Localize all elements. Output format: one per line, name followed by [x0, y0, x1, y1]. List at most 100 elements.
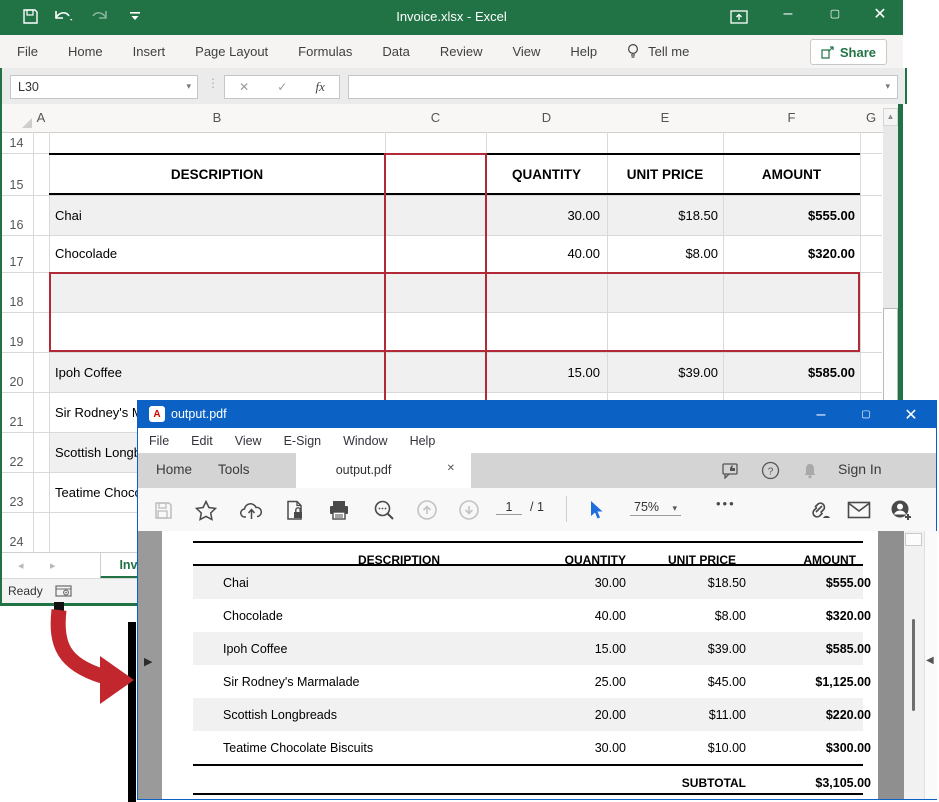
page-lock-icon[interactable] [282, 497, 308, 523]
pdf-tab-bar: Home Tools output.pdf ✕ ? Sign In [138, 453, 936, 488]
name-box-caret-icon[interactable]: ▾ [186, 81, 191, 92]
cell-d16[interactable]: 30.00 [486, 195, 600, 235]
search-icon[interactable] [371, 497, 397, 523]
cell-f17[interactable]: $320.00 [723, 235, 855, 272]
select-tool-cursor-icon[interactable] [583, 497, 609, 523]
notifications-bell-icon[interactable] [802, 462, 818, 479]
nav-pane-expand-icon[interactable]: ▶ [144, 655, 152, 668]
tab-home[interactable]: Home [53, 44, 118, 59]
col-header-c[interactable]: C [385, 104, 486, 132]
pdf-save-icon[interactable] [150, 497, 176, 523]
tab-page-layout[interactable]: Page Layout [180, 44, 283, 59]
scroll-up-button[interactable]: ▲ [883, 108, 898, 126]
tab-data[interactable]: Data [367, 44, 424, 59]
pdf-tab-document[interactable]: output.pdf ✕ [296, 453, 471, 488]
tab-formulas[interactable]: Formulas [283, 44, 367, 59]
confirm-entry-icon[interactable]: ✓ [277, 80, 287, 94]
tell-me-box[interactable]: Tell me [640, 44, 704, 59]
sheet-nav-left-icon[interactable]: ◂ [18, 559, 24, 572]
cell-f20[interactable]: $585.00 [723, 352, 855, 392]
pdf-menu-window[interactable]: Window [332, 434, 398, 448]
cell-e20[interactable]: $39.00 [607, 352, 718, 392]
col-header-g[interactable]: G [860, 104, 882, 132]
col-header-f[interactable]: F [723, 104, 860, 132]
pdf-menu-esign[interactable]: E-Sign [273, 434, 333, 448]
pdf-menu-view[interactable]: View [224, 434, 273, 448]
tools-pane-expand-icon[interactable]: ◀ [926, 655, 934, 666]
row-header-19[interactable]: 19 [0, 312, 33, 352]
pdf-scroll-up-button[interactable] [905, 533, 922, 546]
help-question-icon[interactable]: ? [761, 461, 780, 480]
cancel-entry-icon[interactable]: ✕ [239, 80, 249, 94]
pdf-minimize-button[interactable]: – [801, 401, 841, 428]
name-box[interactable]: L30 ▾ [10, 75, 198, 99]
excel-header-unit-price[interactable]: UNIT PRICE [607, 155, 723, 193]
tab-help[interactable]: Help [555, 44, 612, 59]
row-header-22[interactable]: 22 [0, 432, 33, 472]
excel-maximize-button[interactable]: ▢ [815, 0, 855, 27]
cell-b17[interactable]: Chocolade [55, 235, 380, 272]
row-header-16[interactable]: 16 [0, 195, 33, 235]
pdf-maximize-button[interactable]: ▢ [846, 401, 886, 428]
share-button[interactable]: Share [810, 39, 887, 65]
excel-header-amount[interactable]: AMOUNT [723, 155, 860, 193]
row-header-17[interactable]: 17 [0, 235, 33, 272]
pdf-cell-qty: 30.00 [526, 566, 626, 599]
page-number-input[interactable]: 1 [496, 500, 522, 515]
tab-file[interactable]: File [0, 44, 53, 59]
ribbon-display-options-icon[interactable] [730, 9, 748, 25]
sheet-nav-right-icon[interactable]: ▸ [50, 559, 56, 572]
pdf-tab-close-icon[interactable]: ✕ [447, 463, 455, 474]
select-all-corner[interactable] [22, 118, 32, 128]
more-tools-icon[interactable]: ••• [716, 496, 736, 511]
cell-b16[interactable]: Chai [55, 195, 380, 235]
pdf-vscrollbar-track[interactable] [904, 531, 924, 799]
tab-insert[interactable]: Insert [118, 44, 181, 59]
pdf-vscrollbar-thumb[interactable] [912, 619, 915, 711]
tab-view[interactable]: View [497, 44, 555, 59]
feedback-icon[interactable] [721, 462, 741, 479]
excel-header-quantity[interactable]: QUANTITY [486, 155, 607, 193]
pdf-tab-tools[interactable]: Tools [218, 462, 250, 477]
col-header-e[interactable]: E [607, 104, 723, 132]
col-header-a[interactable]: A [33, 104, 49, 132]
print-icon[interactable] [326, 497, 352, 523]
row-header-23[interactable]: 23 [0, 472, 33, 512]
row-header-14[interactable]: 14 [0, 132, 33, 153]
email-icon[interactable] [846, 497, 872, 523]
formula-expand-caret-icon[interactable]: ▾ [885, 81, 890, 92]
row-header-18[interactable]: 18 [0, 272, 33, 312]
pdf-menu-help[interactable]: Help [399, 434, 447, 448]
cell-f16[interactable]: $555.00 [723, 195, 855, 235]
previous-page-icon[interactable] [414, 497, 440, 523]
cell-e16[interactable]: $18.50 [607, 195, 718, 235]
request-signature-icon[interactable] [888, 497, 914, 523]
excel-close-button[interactable]: ✕ [860, 0, 900, 27]
pdf-menu-file[interactable]: File [138, 434, 180, 448]
zoom-level-select[interactable]: 75% ▾ [630, 500, 681, 516]
cell-b20[interactable]: Ipoh Coffee [55, 352, 380, 392]
tab-review[interactable]: Review [425, 44, 498, 59]
cell-e17[interactable]: $8.00 [607, 235, 718, 272]
insert-function-icon[interactable]: fx [316, 79, 325, 95]
row-header-24[interactable]: 24 [0, 512, 33, 552]
row-header-20[interactable]: 20 [0, 352, 33, 392]
pdf-tab-home[interactable]: Home [156, 462, 192, 477]
macro-record-icon[interactable] [55, 584, 72, 597]
col-header-d[interactable]: D [486, 104, 607, 132]
row-header-21[interactable]: 21 [0, 392, 33, 432]
excel-minimize-button[interactable]: – [768, 0, 808, 27]
excel-header-description[interactable]: DESCRIPTION [49, 155, 385, 193]
cell-d20[interactable]: 15.00 [486, 352, 600, 392]
formula-input[interactable]: ▾ [348, 75, 898, 99]
cell-d17[interactable]: 40.00 [486, 235, 600, 272]
pdf-close-button[interactable]: ✕ [891, 401, 931, 428]
next-page-icon[interactable] [456, 497, 482, 523]
share-link-icon[interactable] [806, 497, 832, 523]
col-header-b[interactable]: B [49, 104, 385, 132]
sign-in-button[interactable]: Sign In [838, 461, 882, 477]
pdf-menu-edit[interactable]: Edit [180, 434, 224, 448]
cloud-upload-icon[interactable] [238, 497, 264, 523]
row-header-15[interactable]: 15 [0, 153, 33, 195]
star-bookmark-icon[interactable] [193, 497, 219, 523]
